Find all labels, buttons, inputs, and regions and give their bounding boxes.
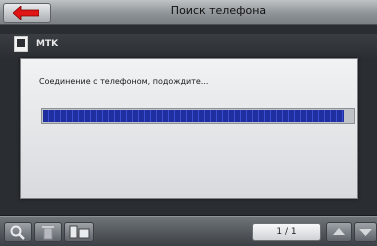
phone-transfer-button[interactable] [64,222,94,242]
scroll-up-icon [333,228,345,235]
trash-icon [42,226,54,240]
bottom-toolbar: 1 / 1 [0,216,377,246]
phone-icon [14,36,28,52]
scroll-up-button[interactable] [326,222,352,242]
delete-button[interactable] [34,222,62,242]
page-title: Поиск телефона [170,4,267,17]
connection-dialog: Соединение с телефоном, подождите... [20,58,358,199]
back-button[interactable] [3,3,51,23]
scroll-down-icon [359,229,372,236]
progress-fill [43,110,344,122]
progress-bar [41,108,355,124]
search-icon [10,225,25,240]
scroll-down-button[interactable] [354,222,377,242]
dialog-message: Соединение с телефоном, подождите... [39,77,209,86]
search-button[interactable] [4,222,32,242]
list-item-label: MTK [36,39,59,49]
list-item[interactable]: MTK [0,34,377,58]
page-indicator: 1 / 1 [252,223,321,241]
header-bar: Поиск телефона [0,0,377,25]
phone-transfer-icon [69,225,90,239]
back-arrow-icon [13,6,39,20]
